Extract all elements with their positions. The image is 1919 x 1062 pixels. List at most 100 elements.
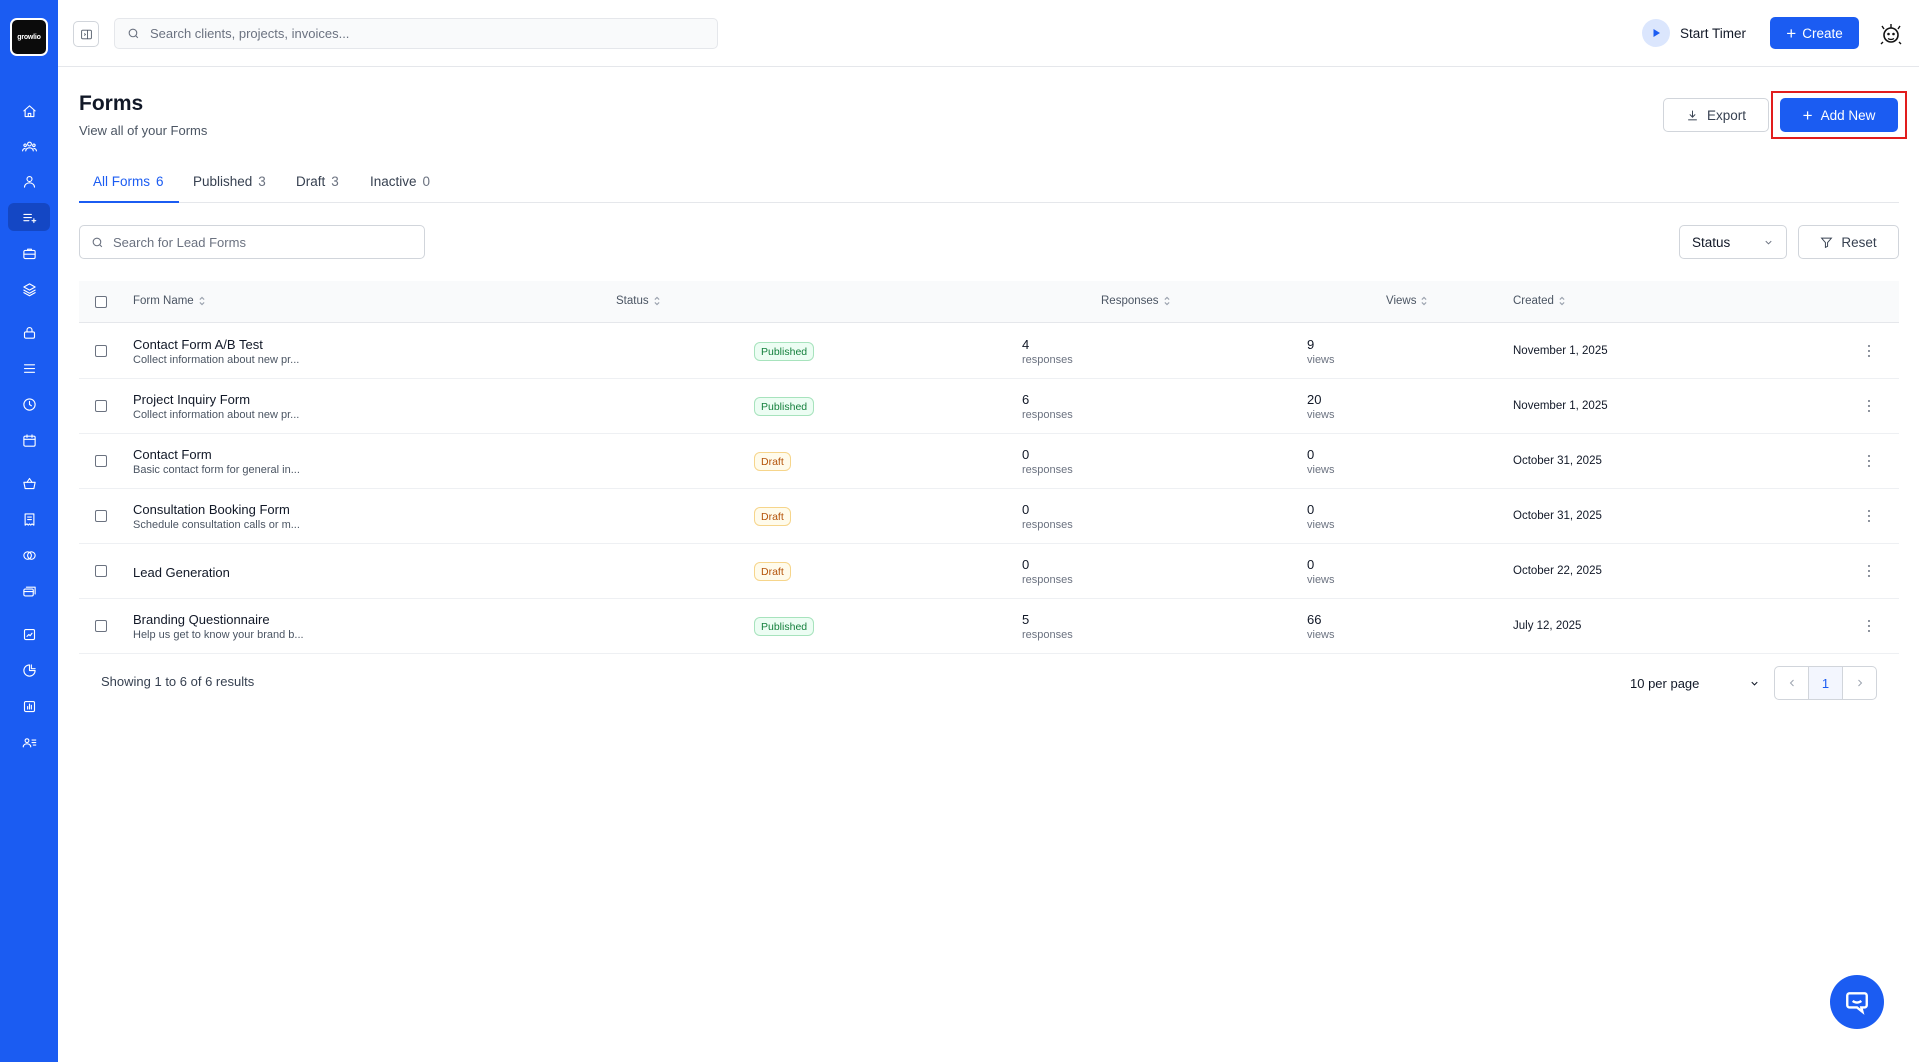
- sidebar-item-analytics[interactable]: [8, 656, 50, 684]
- export-button[interactable]: Export: [1663, 98, 1769, 132]
- top-bar: Start Timer + Create: [58, 0, 1919, 67]
- form-name[interactable]: Consultation Booking Form: [133, 502, 290, 517]
- sidebar-item-user[interactable]: [8, 167, 50, 195]
- row-checkbox[interactable]: [95, 620, 107, 632]
- column-label: Form Name: [133, 295, 194, 307]
- chevron-down-icon: [1751, 681, 1758, 686]
- row-checkbox[interactable]: [95, 510, 107, 522]
- sidebar-item-expenses[interactable]: [8, 577, 50, 605]
- form-name[interactable]: Contact Form: [133, 447, 212, 462]
- tab-label: All Forms: [93, 174, 150, 189]
- responses-unit: responses: [1022, 574, 1073, 586]
- row-actions-menu[interactable]: [1863, 616, 1875, 636]
- sidebar-item-reports[interactable]: [8, 620, 50, 648]
- table-row[interactable]: Contact Form Basic contact form for gene…: [79, 434, 1899, 489]
- column-form-name[interactable]: Form Name: [133, 295, 206, 307]
- sidebar-item-time[interactable]: [8, 390, 50, 418]
- home-icon: [22, 104, 36, 117]
- sidebar-item-home[interactable]: [8, 97, 50, 125]
- form-description: Basic contact form for general in...: [133, 464, 300, 476]
- status-badge: Published: [754, 617, 815, 636]
- views-unit: views: [1307, 519, 1335, 531]
- column-views[interactable]: Views: [1386, 295, 1428, 307]
- table-row[interactable]: Branding Questionnaire Help us get to kn…: [79, 599, 1899, 654]
- responses-unit: responses: [1022, 354, 1073, 366]
- prev-page-button[interactable]: [1775, 667, 1808, 699]
- row-actions-menu[interactable]: [1863, 561, 1875, 581]
- sidebar: growlio: [0, 0, 58, 1062]
- sidebar-item-list[interactable]: [8, 354, 50, 382]
- column-status[interactable]: Status: [616, 295, 661, 307]
- form-name[interactable]: Project Inquiry Form: [133, 392, 250, 407]
- responses-unit: responses: [1022, 519, 1073, 531]
- reset-button[interactable]: Reset: [1798, 225, 1899, 259]
- sidebar-item-invoices[interactable]: [8, 505, 50, 533]
- sidebar-item-calendar[interactable]: [8, 426, 50, 454]
- next-page-button[interactable]: [1843, 667, 1876, 699]
- sidebar-item-payments[interactable]: [8, 541, 50, 569]
- table-header: Form Name Status Responses Views Created: [79, 281, 1899, 323]
- sidebar-item-vault[interactable]: [8, 318, 50, 346]
- row-checkbox[interactable]: [95, 400, 107, 412]
- help-chat-button[interactable]: [1830, 975, 1884, 1029]
- row-checkbox[interactable]: [95, 455, 107, 467]
- sidebar-item-contacts[interactable]: [8, 728, 50, 756]
- table-row[interactable]: Consultation Booking Form Schedule consu…: [79, 489, 1899, 544]
- start-timer-button[interactable]: Start Timer: [1642, 19, 1746, 47]
- sidebar-item-forms[interactable]: [8, 203, 50, 231]
- row-actions-menu[interactable]: [1863, 451, 1875, 471]
- column-label: Views: [1386, 295, 1417, 307]
- coins-icon: [22, 550, 36, 560]
- sort-icon: [654, 296, 660, 306]
- user-avatar[interactable]: [1876, 19, 1906, 49]
- receipt-icon: [24, 512, 34, 526]
- global-search-input[interactable]: [150, 26, 710, 41]
- global-search[interactable]: [114, 18, 718, 49]
- table-row[interactable]: Project Inquiry Form Collect information…: [79, 379, 1899, 434]
- responses-count: 0: [1022, 447, 1030, 462]
- column-label: Status: [616, 295, 649, 307]
- form-search-input[interactable]: [113, 234, 413, 250]
- sidebar-item-products[interactable]: [8, 469, 50, 497]
- tab-draft[interactable]: Draft 3: [296, 168, 339, 203]
- sidebar-item-charts[interactable]: [8, 692, 50, 720]
- sidebar-toggle-button[interactable]: [73, 21, 99, 47]
- created-date: November 1, 2025: [1513, 400, 1608, 412]
- status-filter-select[interactable]: Status: [1679, 225, 1787, 259]
- table-row[interactable]: Lead Generation Draft 0 responses 0 view…: [79, 544, 1899, 599]
- chevron-down-icon: [1765, 240, 1772, 245]
- contacts-icon: [22, 737, 36, 747]
- tab-published[interactable]: Published 3: [193, 168, 266, 203]
- table-row[interactable]: Contact Form A/B Test Collect informatio…: [79, 324, 1899, 379]
- column-created[interactable]: Created: [1513, 295, 1566, 307]
- form-name[interactable]: Branding Questionnaire: [133, 612, 270, 627]
- per-page-select[interactable]: 10 per page: [1630, 676, 1760, 691]
- select-all-checkbox[interactable]: [95, 296, 107, 308]
- chevron-right-icon: [1857, 679, 1862, 687]
- report-icon: [23, 628, 35, 640]
- sidebar-item-projects[interactable]: [8, 239, 50, 267]
- page-number-button[interactable]: 1: [1808, 667, 1843, 699]
- sidebar-item-layers[interactable]: [8, 275, 50, 303]
- per-page-value: 10 per page: [1630, 676, 1700, 691]
- tab-inactive[interactable]: Inactive 0: [370, 168, 430, 203]
- row-checkbox[interactable]: [95, 345, 107, 357]
- tab-label: Inactive: [370, 174, 417, 189]
- row-checkbox[interactable]: [95, 565, 107, 577]
- create-button[interactable]: + Create: [1770, 17, 1859, 49]
- form-name[interactable]: Contact Form A/B Test: [133, 337, 263, 352]
- sidebar-item-team[interactable]: [8, 132, 50, 160]
- form-search[interactable]: [79, 225, 425, 259]
- row-actions-menu[interactable]: [1863, 506, 1875, 526]
- clock-icon: [22, 397, 36, 411]
- calendar-icon: [22, 433, 36, 447]
- created-date: October 31, 2025: [1513, 510, 1602, 522]
- app-logo[interactable]: growlio: [10, 18, 48, 56]
- form-name[interactable]: Lead Generation: [133, 565, 230, 580]
- column-responses[interactable]: Responses: [1101, 295, 1171, 307]
- row-actions-menu[interactable]: [1863, 396, 1875, 416]
- add-new-button[interactable]: + Add New: [1780, 98, 1898, 132]
- status-filter-label: Status: [1692, 234, 1731, 250]
- tab-all-forms[interactable]: All Forms 6: [79, 168, 179, 203]
- row-actions-menu[interactable]: [1863, 341, 1875, 361]
